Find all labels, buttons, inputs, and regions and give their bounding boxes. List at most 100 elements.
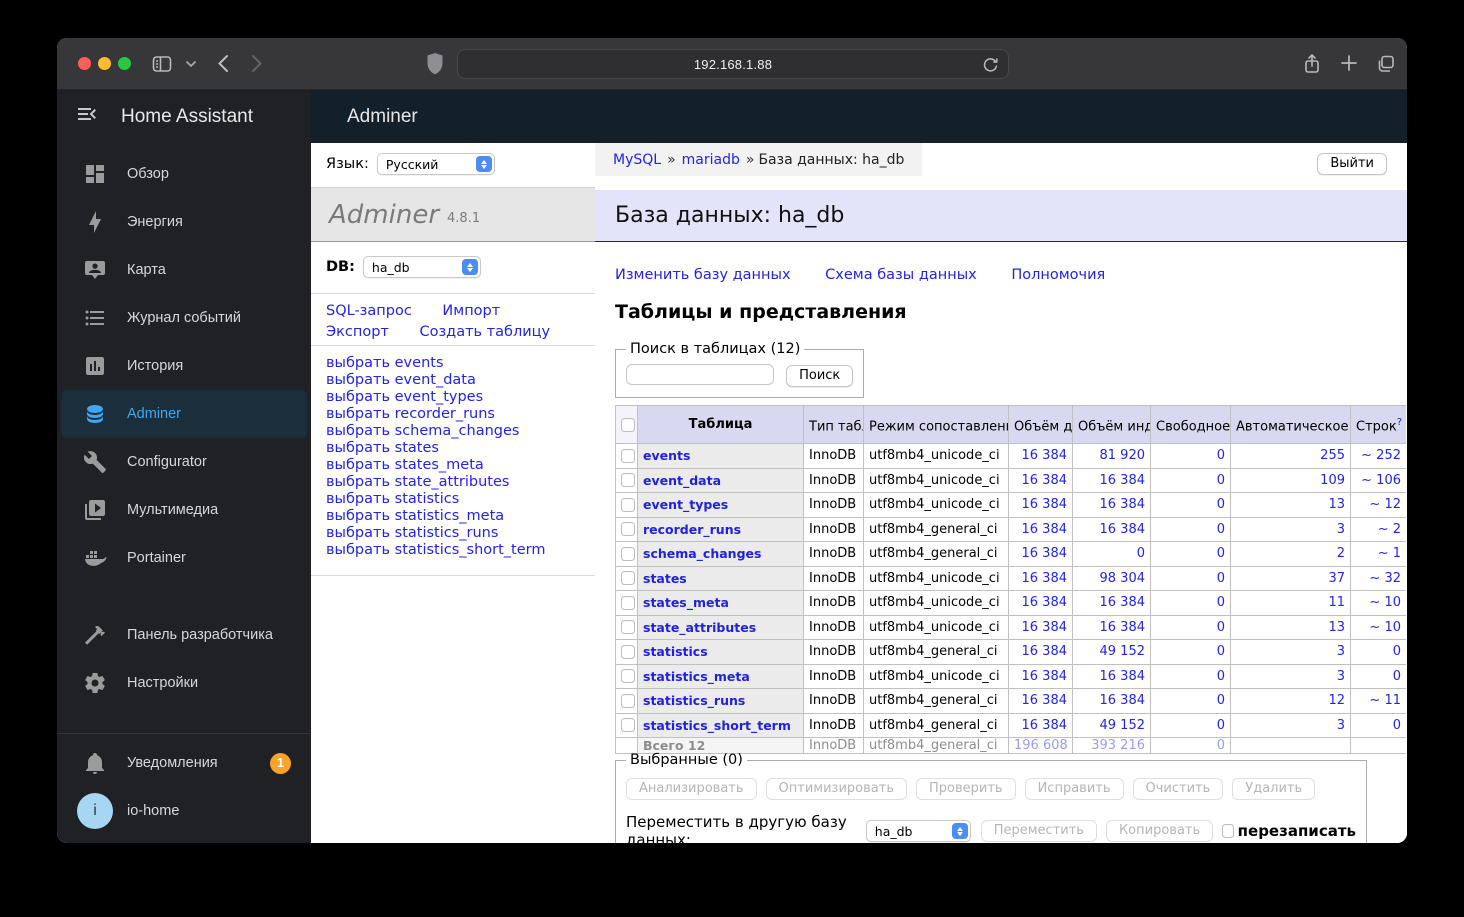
select-table-link[interactable]: выбрать statistics_short_term — [326, 542, 545, 558]
select-table-link[interactable]: выбрать event_data — [326, 372, 476, 388]
data-length-link[interactable]: 16 384 — [1022, 473, 1068, 488]
row-count-link[interactable]: ~ 106 — [1361, 473, 1401, 488]
table-name-link[interactable]: states_meta — [643, 595, 729, 610]
row-checkbox[interactable] — [621, 522, 635, 537]
select-table-link[interactable]: выбрать states_meta — [326, 457, 484, 473]
auto-increment-link[interactable]: 11 — [1328, 595, 1345, 610]
index-length-link[interactable]: 16 384 — [1100, 595, 1146, 610]
index-length-link[interactable]: 81 920 — [1100, 448, 1146, 463]
select-table-link[interactable]: выбрать states — [326, 440, 439, 456]
sidebar-toggle-icon[interactable] — [151, 53, 173, 75]
table-name-link[interactable]: recorder_runs — [643, 522, 741, 537]
row-count-link[interactable]: 0 — [1393, 718, 1401, 733]
chevron-down-icon[interactable] — [185, 60, 197, 68]
row-checkbox[interactable] — [621, 448, 635, 463]
help-link[interactable]: ? — [1397, 417, 1402, 428]
search-input[interactable] — [626, 364, 774, 385]
move-db-select[interactable]: ha_db — [865, 820, 971, 842]
data-free-link[interactable]: 0 — [1217, 620, 1225, 635]
row-checkbox[interactable] — [621, 718, 635, 733]
table-name-link[interactable]: statistics_runs — [643, 693, 745, 708]
data-free-link[interactable]: 0 — [1217, 522, 1225, 537]
index-length-link[interactable]: 16 384 — [1100, 693, 1146, 708]
row-count-link[interactable]: 0 — [1393, 644, 1401, 659]
sidebar-item-energy[interactable]: Энергия — [61, 198, 307, 246]
data-length-link[interactable]: 16 384 — [1022, 522, 1068, 537]
analyze-button[interactable]: Анализировать — [626, 778, 757, 800]
data-free-link[interactable]: 0 — [1217, 595, 1225, 610]
row-checkbox[interactable] — [621, 571, 635, 586]
data-length-link[interactable]: 16 384 — [1022, 620, 1068, 635]
data-free-link[interactable]: 0 — [1217, 571, 1225, 586]
sidebar-item-overview[interactable]: Обзор — [61, 150, 307, 198]
logout-button[interactable]: Выйти — [1317, 153, 1387, 175]
sidebar-item-adminer[interactable]: Adminer — [61, 390, 307, 438]
select-table-link[interactable]: выбрать event_types — [326, 389, 483, 405]
index-length-link[interactable]: 16 384 — [1100, 522, 1146, 537]
data-length-link[interactable]: 16 384 — [1022, 669, 1068, 684]
sidebar-item-user[interactable]: i io-home — [61, 787, 307, 835]
select-table-link[interactable]: выбрать events — [326, 355, 444, 371]
sidebar-item-configurator[interactable]: Configurator — [61, 438, 307, 486]
row-checkbox[interactable] — [621, 620, 635, 635]
forward-button[interactable] — [251, 54, 263, 73]
data-length-link[interactable]: 16 384 — [1022, 546, 1068, 561]
new-tab-icon[interactable] — [1339, 53, 1359, 73]
table-name-link[interactable]: statistics — [643, 644, 708, 659]
row-checkbox[interactable] — [621, 497, 635, 512]
auto-increment-link[interactable]: 255 — [1320, 448, 1345, 463]
row-checkbox[interactable] — [621, 644, 635, 659]
reload-icon[interactable] — [982, 56, 999, 73]
data-free-link[interactable]: 0 — [1217, 669, 1225, 684]
share-icon[interactable] — [1302, 53, 1322, 75]
sidebar-item-map[interactable]: Карта — [61, 246, 307, 294]
data-length-link[interactable]: 16 384 — [1022, 497, 1068, 512]
row-count-link[interactable]: ~ 12 — [1369, 497, 1401, 512]
address-bar[interactable]: 192.168.1.88 — [457, 49, 1009, 79]
overwrite-checkbox[interactable] — [1222, 824, 1234, 838]
data-free-link[interactable]: 0 — [1217, 693, 1225, 708]
table-name-link[interactable]: states — [643, 571, 687, 586]
back-button[interactable] — [217, 54, 229, 73]
row-checkbox[interactable] — [621, 546, 635, 561]
table-name-link[interactable]: event_data — [643, 473, 721, 488]
db-select[interactable]: ha_db — [362, 256, 481, 278]
database-schema-link[interactable]: Схема базы данных — [825, 267, 977, 283]
sidebar-item-settings[interactable]: Настройки — [61, 659, 307, 707]
data-free-link[interactable]: 0 — [1217, 497, 1225, 512]
sidebar-item-developer-tools[interactable]: Панель разработчика — [61, 611, 307, 659]
select-table-link[interactable]: выбрать statistics_runs — [326, 525, 498, 541]
auto-increment-link[interactable]: 12 — [1328, 693, 1345, 708]
table-name-link[interactable]: state_attributes — [643, 620, 756, 635]
drop-button[interactable]: Удалить — [1232, 778, 1316, 800]
sidebar-item-history[interactable]: История — [61, 342, 307, 390]
index-length-link[interactable]: 16 384 — [1100, 473, 1146, 488]
row-checkbox[interactable] — [621, 595, 635, 610]
adminer-logo[interactable]: Adminer — [329, 200, 439, 230]
auto-increment-link[interactable]: 3 — [1337, 522, 1345, 537]
select-all-checkbox[interactable] — [621, 417, 635, 432]
tab-overview-icon[interactable] — [1375, 53, 1397, 75]
auto-increment-link[interactable]: 2 — [1337, 546, 1345, 561]
table-name-link[interactable]: statistics_meta — [643, 669, 750, 684]
optimize-button[interactable]: Оптимизировать — [765, 778, 907, 800]
data-length-link[interactable]: 16 384 — [1022, 571, 1068, 586]
auto-increment-link[interactable]: 13 — [1328, 620, 1345, 635]
row-count-link[interactable]: ~ 2 — [1378, 522, 1401, 537]
auto-increment-link[interactable]: 13 — [1328, 497, 1345, 512]
breadcrumb-mysql-link[interactable]: MySQL — [613, 152, 661, 168]
data-length-link[interactable]: 16 384 — [1022, 718, 1068, 733]
sidebar-item-notifications[interactable]: Уведомления 1 — [61, 739, 307, 787]
row-checkbox[interactable] — [621, 473, 635, 488]
index-length-link[interactable]: 49 152 — [1100, 718, 1146, 733]
repair-button[interactable]: Исправить — [1024, 778, 1124, 800]
data-length-link[interactable]: 16 384 — [1022, 693, 1068, 708]
row-count-link[interactable]: ~ 11 — [1369, 693, 1401, 708]
index-length-link[interactable]: 0 — [1137, 546, 1145, 561]
move-button[interactable]: Переместить — [980, 820, 1097, 842]
index-length-link[interactable]: 49 152 — [1100, 644, 1146, 659]
breadcrumb-server-link[interactable]: mariadb — [682, 152, 740, 168]
check-button[interactable]: Проверить — [916, 778, 1016, 800]
auto-increment-link[interactable]: 37 — [1328, 571, 1345, 586]
create-table-link[interactable]: Создать таблицу — [419, 324, 550, 340]
